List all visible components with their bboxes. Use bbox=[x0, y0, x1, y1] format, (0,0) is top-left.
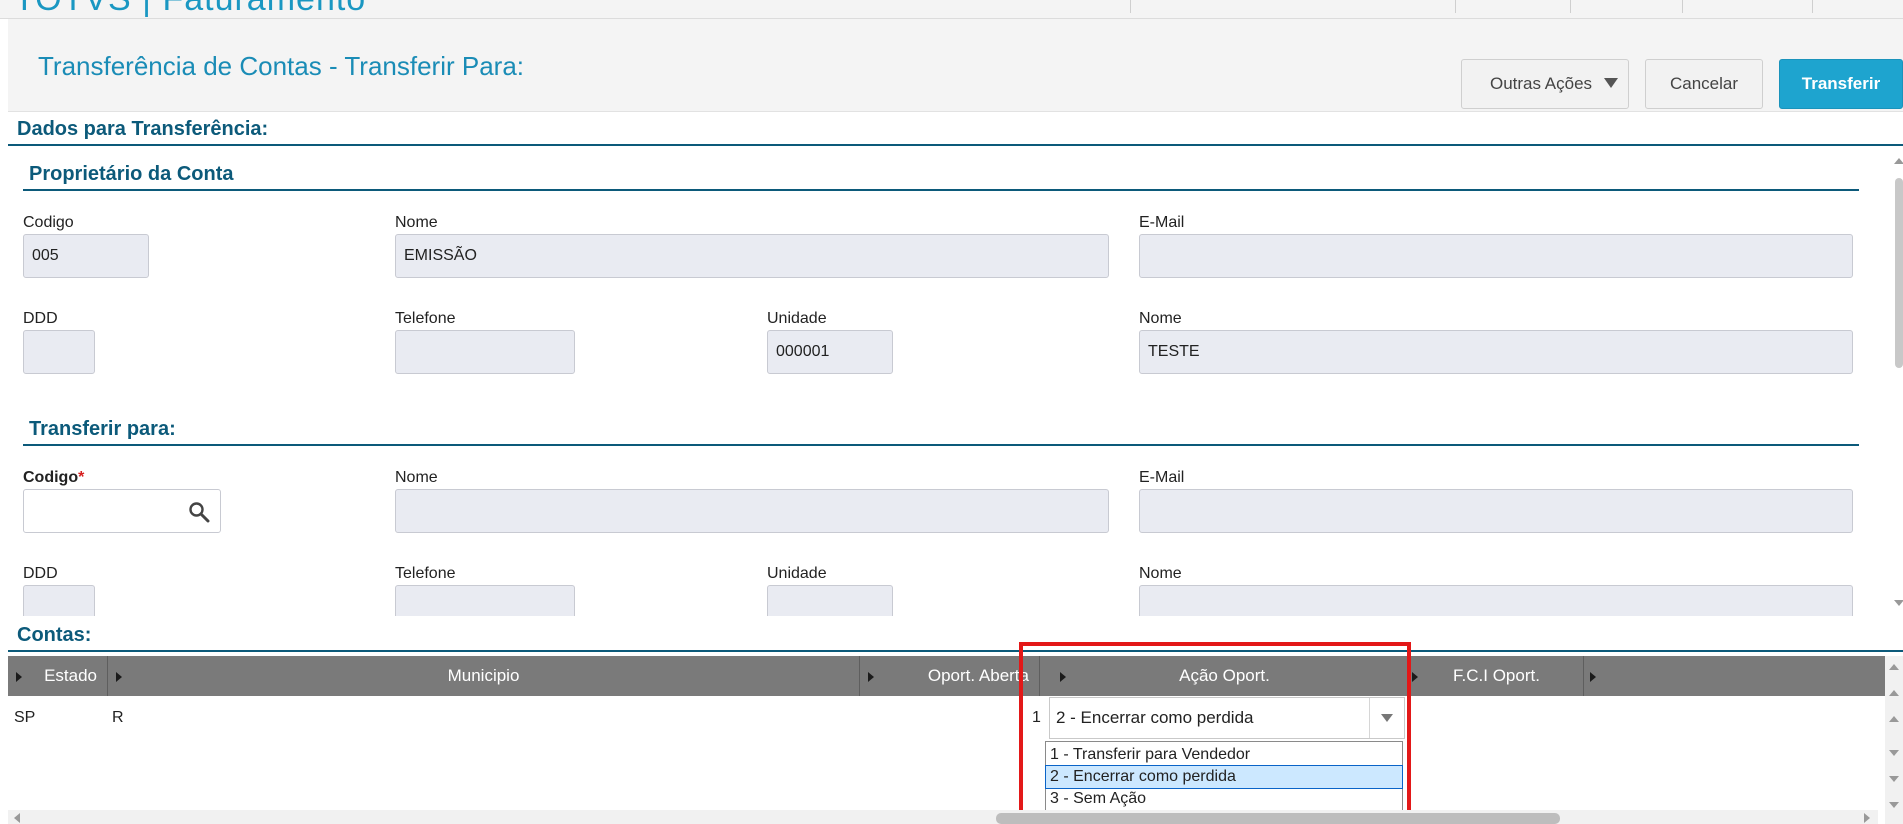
chevron-down-icon bbox=[1381, 714, 1393, 722]
column-arrow-icon bbox=[1590, 672, 1596, 682]
scroll-left-icon[interactable] bbox=[14, 813, 20, 823]
scroll-up-icon[interactable] bbox=[1894, 158, 1903, 164]
page-title: Transferência de Contas - Transferir Par… bbox=[38, 51, 525, 81]
column-label: Estado bbox=[44, 666, 97, 685]
owner-nome2-label: Nome bbox=[1139, 310, 1182, 327]
owner-codigo-field: 005 bbox=[23, 234, 149, 278]
target-unidade-field bbox=[767, 585, 893, 616]
cell-oport-aberta: 1 bbox=[1032, 709, 1041, 726]
acao-oport-selected: 2 - Encerrar como perdida bbox=[1056, 708, 1254, 727]
column-label: Ação Oport. bbox=[1179, 666, 1270, 685]
column-header-empty bbox=[1584, 656, 1885, 696]
top-bar: TOTVS | Faturamento bbox=[0, 0, 1903, 19]
cell-estado: SP bbox=[14, 709, 36, 726]
target-unidade-label: Unidade bbox=[767, 565, 827, 582]
topbar-divider bbox=[1455, 0, 1456, 13]
target-ddd-field bbox=[23, 585, 95, 616]
owner-unidade-field: 000001 bbox=[767, 330, 893, 374]
owner-divider bbox=[23, 189, 1859, 191]
target-section-title: Transferir para: bbox=[29, 418, 176, 440]
owner-ddd-field bbox=[23, 330, 95, 374]
target-nome-label: Nome bbox=[395, 469, 438, 486]
target-codigo-input[interactable] bbox=[23, 489, 221, 533]
contas-grid: Estado Municipio Oport. Aberta Ação Opor… bbox=[8, 656, 1885, 824]
target-ddd-label: DDD bbox=[23, 565, 58, 582]
owner-nome-label: Nome bbox=[395, 214, 438, 231]
transfer-button[interactable]: Transferir bbox=[1779, 59, 1903, 109]
grid-horizontal-scrollbar[interactable] bbox=[8, 810, 1878, 824]
contas-title: Contas: bbox=[17, 624, 92, 646]
owner-codigo-label: Codigo bbox=[23, 214, 74, 231]
owner-email-label: E-Mail bbox=[1139, 214, 1185, 231]
grid-vertical-scrollbar[interactable] bbox=[1885, 656, 1903, 824]
target-telefone-field bbox=[395, 585, 575, 616]
column-arrow-icon bbox=[116, 672, 122, 682]
cancel-button[interactable]: Cancelar bbox=[1645, 59, 1763, 109]
column-header-fci-oport[interactable]: F.C.I Oport. bbox=[1410, 656, 1584, 696]
target-nome2-field bbox=[1139, 585, 1853, 616]
scroll-top-icon[interactable] bbox=[1889, 664, 1899, 670]
acao-oport-options: 1 - Transferir para Vendedor 2 - Encerra… bbox=[1045, 741, 1403, 811]
column-header-municipio[interactable]: Municipio bbox=[108, 656, 860, 696]
scroll-up-icon[interactable] bbox=[1889, 716, 1899, 722]
option-transferir-vendedor[interactable]: 1 - Transferir para Vendedor bbox=[1046, 744, 1402, 766]
target-nome2-label: Nome bbox=[1139, 565, 1182, 582]
grid-hscroll-thumb[interactable] bbox=[996, 813, 1560, 824]
owner-nome-field: EMISSÃO bbox=[395, 234, 1109, 278]
page-header: Transferência de Contas - Transferir Par… bbox=[8, 19, 1903, 112]
column-label: Municipio bbox=[447, 666, 520, 685]
caret-down-icon bbox=[1604, 78, 1618, 88]
scroll-down-icon[interactable] bbox=[1894, 600, 1903, 606]
grid-header: Estado Municipio Oport. Aberta Ação Opor… bbox=[8, 656, 1885, 696]
scroll-page-up-icon[interactable] bbox=[1889, 690, 1899, 696]
column-arrow-icon bbox=[1060, 672, 1066, 682]
topbar-divider bbox=[1130, 0, 1131, 13]
scroll-right-icon[interactable] bbox=[1864, 813, 1870, 823]
column-header-estado[interactable]: Estado bbox=[8, 656, 108, 696]
target-email-label: E-Mail bbox=[1139, 469, 1185, 486]
column-arrow-icon bbox=[16, 672, 22, 682]
outras-acoes-label: Outras Ações bbox=[1490, 74, 1593, 93]
option-encerrar-perdida[interactable]: 2 - Encerrar como perdida bbox=[1045, 765, 1403, 789]
target-email-field bbox=[1139, 489, 1853, 533]
owner-telefone-field bbox=[395, 330, 575, 374]
target-codigo-label-text: Codigo bbox=[23, 469, 79, 486]
scroll-page-down-icon[interactable] bbox=[1889, 776, 1899, 782]
target-codigo-label: Codigo* bbox=[23, 469, 84, 487]
owner-section-title: Proprietário da Conta bbox=[29, 163, 234, 185]
topbar-divider bbox=[1812, 0, 1813, 13]
form-scrollbar-thumb[interactable] bbox=[1895, 178, 1903, 368]
owner-unidade-label: Unidade bbox=[767, 310, 827, 327]
outras-acoes-button[interactable]: Outras Ações bbox=[1461, 59, 1629, 109]
column-label: F.C.I Oport. bbox=[1453, 666, 1540, 685]
scroll-down-icon[interactable] bbox=[1889, 750, 1899, 756]
target-telefone-label: Telefone bbox=[395, 565, 456, 582]
cell-municipio: R bbox=[112, 709, 124, 726]
owner-ddd-label: DDD bbox=[23, 310, 58, 327]
target-divider bbox=[23, 444, 1859, 446]
dropdown-button[interactable] bbox=[1369, 698, 1404, 738]
option-sem-acao[interactable]: 3 - Sem Ação bbox=[1046, 788, 1402, 810]
owner-nome2-field: TESTE bbox=[1139, 330, 1853, 374]
app-brand: TOTVS | Faturamento bbox=[14, 0, 366, 18]
topbar-divider bbox=[1682, 0, 1683, 13]
contas-divider bbox=[8, 650, 1903, 652]
acao-oport-select[interactable]: 2 - Encerrar como perdida bbox=[1049, 697, 1405, 739]
owner-telefone-label: Telefone bbox=[395, 310, 456, 327]
column-arrow-icon bbox=[1412, 672, 1418, 682]
column-header-acao-oport[interactable]: Ação Oport. bbox=[1040, 656, 1410, 696]
column-header-oport-aberta[interactable]: Oport. Aberta bbox=[860, 656, 1040, 696]
target-nome-field bbox=[395, 489, 1109, 533]
column-arrow-icon bbox=[868, 672, 874, 682]
topbar-divider bbox=[1570, 0, 1571, 13]
column-label: Oport. Aberta bbox=[927, 666, 1029, 685]
section-divider bbox=[8, 144, 1903, 146]
required-mark: * bbox=[78, 469, 85, 486]
search-icon[interactable] bbox=[188, 501, 210, 523]
form-scrollbar[interactable] bbox=[1893, 152, 1903, 612]
section-title-dados: Dados para Transferência: bbox=[17, 118, 269, 140]
owner-email-field bbox=[1139, 234, 1853, 278]
scroll-bottom-icon[interactable] bbox=[1889, 802, 1899, 808]
